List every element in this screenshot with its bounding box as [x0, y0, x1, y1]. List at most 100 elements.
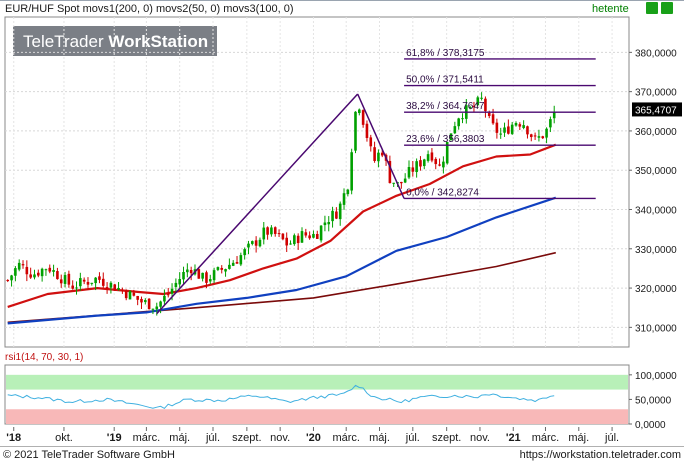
candle-body[interactable] [147, 298, 151, 310]
candle-body[interactable] [140, 298, 143, 303]
candle-body[interactable] [545, 128, 548, 138]
candle-body[interactable] [335, 211, 338, 219]
candle-body[interactable] [52, 270, 55, 272]
candle-body[interactable] [243, 249, 246, 256]
candle-body[interactable] [533, 135, 537, 137]
candle-body[interactable] [17, 262, 21, 270]
candle-body[interactable] [541, 136, 545, 139]
candle-body[interactable] [90, 282, 94, 284]
candle-body[interactable] [71, 285, 74, 289]
candle-body[interactable] [377, 152, 380, 162]
candle-body[interactable] [67, 273, 71, 285]
candle-body[interactable] [491, 114, 495, 124]
candle-body[interactable] [281, 233, 285, 240]
candle-body[interactable] [132, 292, 136, 296]
candle-body[interactable] [315, 233, 319, 239]
candle-body[interactable] [220, 267, 224, 270]
candle-body[interactable] [415, 161, 418, 173]
candle-body[interactable] [327, 222, 331, 225]
candle-body[interactable] [189, 270, 193, 274]
candle-body[interactable] [21, 264, 25, 266]
candle-body[interactable] [453, 126, 457, 134]
candle-body[interactable] [312, 233, 315, 238]
candle-body[interactable] [266, 227, 269, 235]
candle-body[interactable] [151, 308, 155, 310]
candle-body[interactable] [113, 284, 117, 291]
candle-body[interactable] [338, 203, 342, 220]
candle-body[interactable] [354, 111, 357, 151]
candle-body[interactable] [514, 122, 518, 126]
candle-body[interactable] [300, 231, 304, 243]
candle-body[interactable] [400, 181, 403, 184]
candle-body[interactable] [346, 189, 350, 195]
candle-body[interactable] [369, 137, 373, 147]
footer-url[interactable]: https://workstation.teletrader.com [520, 449, 681, 461]
window-close-icon[interactable] [661, 2, 673, 14]
candle-body[interactable] [323, 222, 327, 226]
candle-body[interactable] [529, 134, 533, 138]
candle-body[interactable] [365, 123, 369, 139]
candle-body[interactable] [29, 274, 32, 278]
candle-body[interactable] [373, 147, 376, 161]
candle-body[interactable] [174, 282, 178, 288]
candle-body[interactable] [422, 159, 426, 167]
candle-body[interactable] [411, 167, 415, 172]
candle-body[interactable] [101, 278, 105, 286]
candle-body[interactable] [182, 271, 185, 280]
candle-body[interactable] [518, 124, 522, 127]
candle-body[interactable] [136, 295, 139, 300]
candle-body[interactable] [197, 269, 201, 279]
candle-body[interactable] [277, 233, 281, 235]
candle-body[interactable] [124, 290, 128, 299]
candle-body[interactable] [14, 268, 17, 276]
candle-body[interactable] [33, 274, 36, 278]
candle-body[interactable] [10, 275, 13, 281]
candle-body[interactable] [537, 136, 541, 138]
candle-body[interactable] [487, 112, 491, 116]
candle-body[interactable] [128, 291, 132, 300]
candle-body[interactable] [109, 282, 113, 288]
candle-body[interactable] [552, 112, 556, 119]
candle-body[interactable] [507, 126, 510, 134]
candle-body[interactable] [186, 269, 189, 273]
candle-body[interactable] [159, 301, 162, 307]
candle-body[interactable] [342, 193, 346, 205]
candle-body[interactable] [503, 127, 506, 133]
candle-body[interactable] [79, 278, 82, 287]
candle-body[interactable] [549, 119, 552, 128]
candle-body[interactable] [499, 133, 503, 135]
candle-body[interactable] [293, 235, 296, 245]
candle-body[interactable] [117, 287, 120, 290]
candle-body[interactable] [331, 210, 334, 222]
candle-body[interactable] [170, 288, 174, 294]
candle-body[interactable] [430, 152, 434, 161]
candle-body[interactable] [40, 268, 44, 277]
candle-body[interactable] [442, 161, 445, 168]
candle-body[interactable] [247, 243, 250, 248]
candle-body[interactable] [308, 235, 311, 239]
candle-body[interactable] [254, 240, 258, 246]
candle-body[interactable] [304, 232, 308, 236]
candle-body[interactable] [270, 227, 273, 235]
candle-body[interactable] [251, 241, 254, 244]
candle-body[interactable] [235, 262, 239, 264]
candle-body[interactable] [82, 279, 86, 282]
candle-body[interactable] [6, 279, 10, 281]
candle-body[interactable] [163, 295, 166, 302]
candle-body[interactable] [44, 269, 48, 271]
candle-body[interactable] [56, 271, 59, 280]
candle-body[interactable] [510, 124, 514, 134]
candle-body[interactable] [48, 267, 52, 272]
candle-body[interactable] [155, 306, 159, 310]
candle-body[interactable] [296, 235, 300, 244]
candle-body[interactable] [144, 300, 147, 302]
candle-body[interactable] [98, 276, 101, 280]
candle-body[interactable] [289, 243, 292, 245]
candle-body[interactable] [208, 279, 212, 282]
candle-body[interactable] [438, 164, 441, 166]
candle-body[interactable] [480, 97, 483, 99]
candle-body[interactable] [94, 277, 97, 284]
candle-body[interactable] [224, 269, 227, 272]
candle-body[interactable] [403, 178, 407, 183]
candle-body[interactable] [239, 255, 243, 265]
